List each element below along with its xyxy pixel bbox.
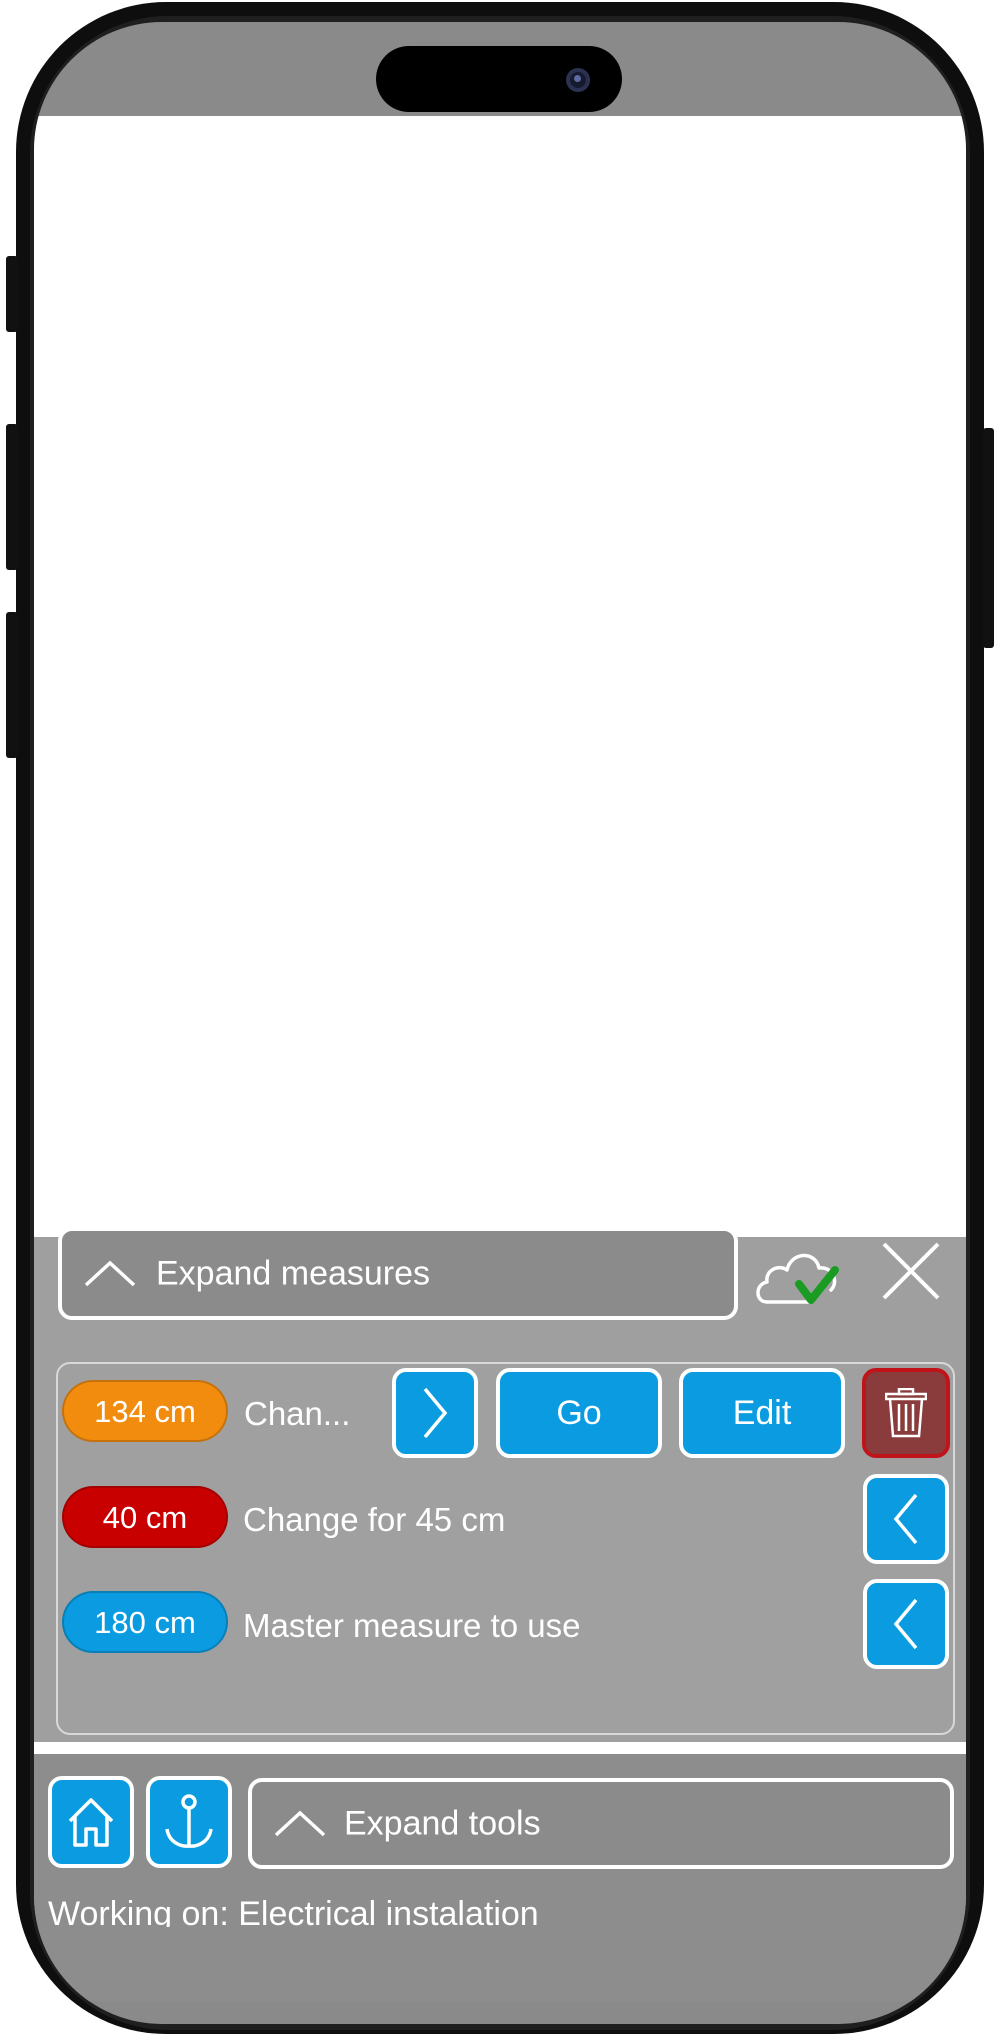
measure-label[interactable]: Master measure to use: [243, 1606, 580, 1646]
phone-power-button: [983, 428, 994, 648]
measure-label[interactable]: Change for 45 cm: [243, 1500, 505, 1540]
measure-value-badge[interactable]: 180 cm: [62, 1591, 228, 1653]
measure-label[interactable]: Chan...: [244, 1394, 350, 1434]
close-icon[interactable]: [880, 1240, 942, 1302]
expand-tools-button[interactable]: Expand tools: [248, 1778, 954, 1869]
ar-viewport[interactable]: [34, 116, 966, 1237]
dynamic-island: [376, 46, 622, 112]
front-camera: [566, 68, 590, 92]
expand-measures-button[interactable]: Expand measures: [58, 1227, 738, 1320]
phone-volume-up-button: [6, 424, 18, 570]
expand-tools-label: Expand tools: [344, 1804, 541, 1842]
go-button[interactable]: Go: [496, 1368, 662, 1458]
go-button-label: Go: [556, 1394, 602, 1432]
home-button[interactable]: [48, 1776, 134, 1868]
phone-volume-down-button: [6, 612, 18, 758]
home-icon: [68, 1798, 114, 1847]
status-working-on: Working on: Electrical instalation: [48, 1895, 539, 1927]
chevron-up-icon: [274, 1810, 326, 1836]
measure-value-badge[interactable]: 134 cm: [62, 1380, 228, 1442]
phone-screen: Expand measures 134 cm Chan... Go Edit 4…: [34, 22, 966, 2024]
open-measure-button[interactable]: [392, 1368, 478, 1458]
edit-button-label: Edit: [732, 1394, 792, 1432]
edit-button[interactable]: Edit: [679, 1368, 845, 1458]
expand-measures-label: Expand measures: [156, 1254, 431, 1292]
select-measure-button[interactable]: [863, 1579, 949, 1669]
phone-action-button: [6, 256, 18, 332]
trash-icon: [885, 1388, 927, 1438]
select-measure-button[interactable]: [863, 1474, 949, 1564]
measure-value-badge[interactable]: 40 cm: [62, 1486, 228, 1548]
chevron-left-icon: [893, 1598, 918, 1650]
cloud-check-icon[interactable]: [753, 1242, 845, 1312]
anchor-icon: [165, 1794, 213, 1848]
chevron-up-icon: [84, 1260, 136, 1286]
delete-measure-button[interactable]: [862, 1368, 950, 1458]
panel-divider: [34, 1742, 966, 1754]
chevron-right-icon: [423, 1387, 448, 1439]
anchor-button[interactable]: [146, 1776, 232, 1868]
chevron-left-icon: [893, 1493, 918, 1545]
